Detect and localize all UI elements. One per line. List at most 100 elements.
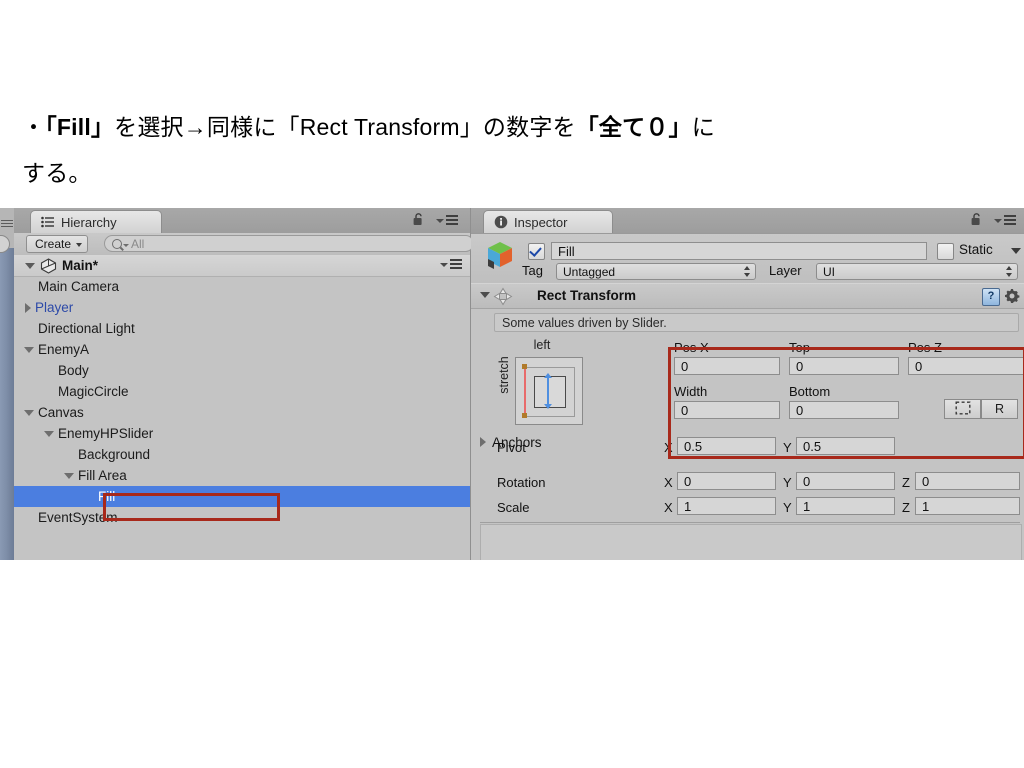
twirl-spacer: [64, 454, 74, 455]
search-icon: [112, 238, 122, 249]
anchor-preset-left-edge-line: [524, 366, 526, 416]
unity-scene-icon: [40, 257, 57, 274]
hierarchy-item-main-camera[interactable]: Main Camera: [14, 276, 470, 297]
hierarchy-item-enemya[interactable]: EnemyA: [14, 339, 470, 360]
tab-inspector[interactable]: Inspector: [483, 210, 613, 233]
layer-value: UI: [823, 264, 835, 279]
gameobject-enabled-checkbox[interactable]: [528, 243, 545, 260]
rect-transform-title: Rect Transform: [537, 288, 637, 303]
hierarchy-item-label: EnemyA: [38, 342, 90, 357]
scale-z-value: 1: [922, 498, 930, 514]
anchor-handle-bottom: [522, 413, 527, 418]
tab-inspector-label: Inspector: [514, 214, 568, 230]
pivot-x-field[interactable]: 0.5: [677, 437, 776, 455]
help-icon[interactable]: ?: [982, 288, 1000, 306]
field-pos-x[interactable]: 0: [674, 357, 780, 375]
scene-row-menu-icon[interactable]: [440, 259, 462, 270]
driven-values-note: Some values driven by Slider.: [494, 313, 1019, 332]
hierarchy-item-directional-light[interactable]: Directional Light: [14, 318, 470, 339]
rotation-y-field[interactable]: 0: [796, 472, 895, 490]
hierarchy-item-background[interactable]: Background: [14, 444, 470, 465]
rotation-y-value: 0: [803, 473, 811, 489]
scale-z-field[interactable]: 1: [915, 497, 1020, 515]
hierarchy-item-player[interactable]: Player: [14, 297, 470, 318]
gameobject-name-field[interactable]: Fill: [551, 242, 927, 260]
tag-value: Untagged: [563, 264, 616, 279]
rect-transform-header[interactable]: Rect Transform ?: [471, 283, 1024, 309]
hierarchy-item-label: Fill Area: [78, 468, 127, 483]
static-dropdown-chevron-icon[interactable]: [1011, 248, 1021, 254]
layer-label: Layer: [769, 263, 802, 278]
hierarchy-item-canvas[interactable]: Canvas: [14, 402, 470, 423]
hierarchy-lock-icon[interactable]: [413, 213, 424, 226]
hierarchy-item-label: Player: [35, 300, 74, 315]
inspector-menu-icon[interactable]: [994, 215, 1016, 226]
tag-dropdown-arrows-icon: [743, 266, 750, 278]
field-pos-z[interactable]: 0: [908, 357, 1024, 375]
scene-root-row[interactable]: Main*: [14, 255, 470, 277]
hierarchy-item-magiccircle[interactable]: MagicCircle: [14, 381, 470, 402]
anchor-preset-widget[interactable]: left stretch: [497, 338, 587, 428]
left-panel-menu-icon[interactable]: [1, 220, 13, 229]
hierarchy-item-fill[interactable]: Fill: [14, 486, 470, 507]
scene-twirl-icon[interactable]: [25, 262, 35, 269]
rect-transform-foldout-icon[interactable]: [480, 292, 490, 298]
scale-x-field[interactable]: 1: [677, 497, 776, 515]
hierarchy-item-eventsystem[interactable]: EventSystem: [14, 507, 470, 528]
hierarchy-item-fill-area[interactable]: Fill Area: [14, 465, 470, 486]
rotation-y-axis-label: Y: [783, 475, 792, 490]
raw-edit-mode-button[interactable]: R: [981, 399, 1018, 419]
scale-y-field[interactable]: 1: [796, 497, 895, 515]
gear-icon[interactable]: [1004, 288, 1020, 304]
twirl-open-icon[interactable]: [24, 409, 34, 416]
field-top[interactable]: 0: [789, 357, 899, 375]
search-placeholder: All: [131, 236, 145, 251]
anchor-handle-top: [522, 364, 527, 369]
twirl-open-icon[interactable]: [24, 346, 34, 353]
twirl-spacer: [24, 328, 34, 329]
pivot-label: Pivot: [497, 440, 526, 455]
twirl-open-icon[interactable]: [44, 430, 54, 437]
rotation-z-value: 0: [922, 473, 930, 489]
hierarchy-item-label: Fill: [98, 489, 116, 504]
scene-name-label: Main*: [62, 258, 99, 273]
hierarchy-item-enemyhpslider[interactable]: EnemyHPSlider: [14, 423, 470, 444]
field-width[interactable]: 0: [674, 401, 780, 419]
hierarchy-item-label: Main Camera: [38, 279, 120, 294]
rotation-z-field[interactable]: 0: [915, 472, 1020, 490]
caption-line-1: ・「Fill」を選択→同様に「Rect Transform」の数字を「全て０」に: [22, 104, 982, 150]
twirl-spacer: [24, 286, 34, 287]
rotation-x-field[interactable]: 0: [677, 472, 776, 490]
hierarchy-item-label: MagicCircle: [58, 384, 129, 399]
rotation-x-axis-label: X: [664, 475, 673, 490]
field-label-width: Width: [674, 384, 708, 399]
anchor-preset-diagram: [515, 357, 583, 425]
hierarchy-search-input[interactable]: All: [104, 235, 474, 252]
hierarchy-item-body[interactable]: Body: [14, 360, 470, 381]
pivot-y-field[interactable]: 0.5: [796, 437, 895, 455]
inspector-panel: Inspector Fill Static Tag Untagged Layer…: [471, 208, 1024, 560]
scale-x-axis-label: X: [664, 500, 673, 515]
blueprint-mode-button[interactable]: [944, 399, 981, 419]
rotation-z-axis-label: Z: [902, 475, 910, 490]
inspector-lock-icon[interactable]: [971, 213, 982, 226]
pivot-x-value: 0.5: [684, 438, 703, 454]
unity-editor-screenshot: Hierarchy Create All Main* Main Camera P…: [0, 208, 1024, 560]
caption-tail: に: [691, 114, 715, 140]
twirl-spacer: [44, 391, 54, 392]
twirl-open-icon[interactable]: [64, 472, 74, 479]
field-label-pos-x: Pos X: [674, 340, 709, 355]
tag-dropdown[interactable]: Untagged: [556, 263, 756, 280]
field-label-pos-z: Pos Z: [908, 340, 942, 355]
anchors-foldout-icon[interactable]: [480, 437, 486, 447]
pivot-y-value: 0.5: [803, 438, 822, 454]
caption-fill-emphasis: 「Fill」: [45, 114, 115, 140]
static-checkbox[interactable]: [937, 243, 954, 260]
rotation-label: Rotation: [497, 475, 546, 490]
hierarchy-menu-icon[interactable]: [436, 215, 458, 226]
layer-dropdown[interactable]: UI: [816, 263, 1018, 280]
create-button[interactable]: Create: [26, 235, 89, 253]
twirl-closed-icon[interactable]: [25, 302, 31, 313]
tab-hierarchy[interactable]: Hierarchy: [30, 210, 162, 233]
field-bottom[interactable]: 0: [789, 401, 899, 419]
